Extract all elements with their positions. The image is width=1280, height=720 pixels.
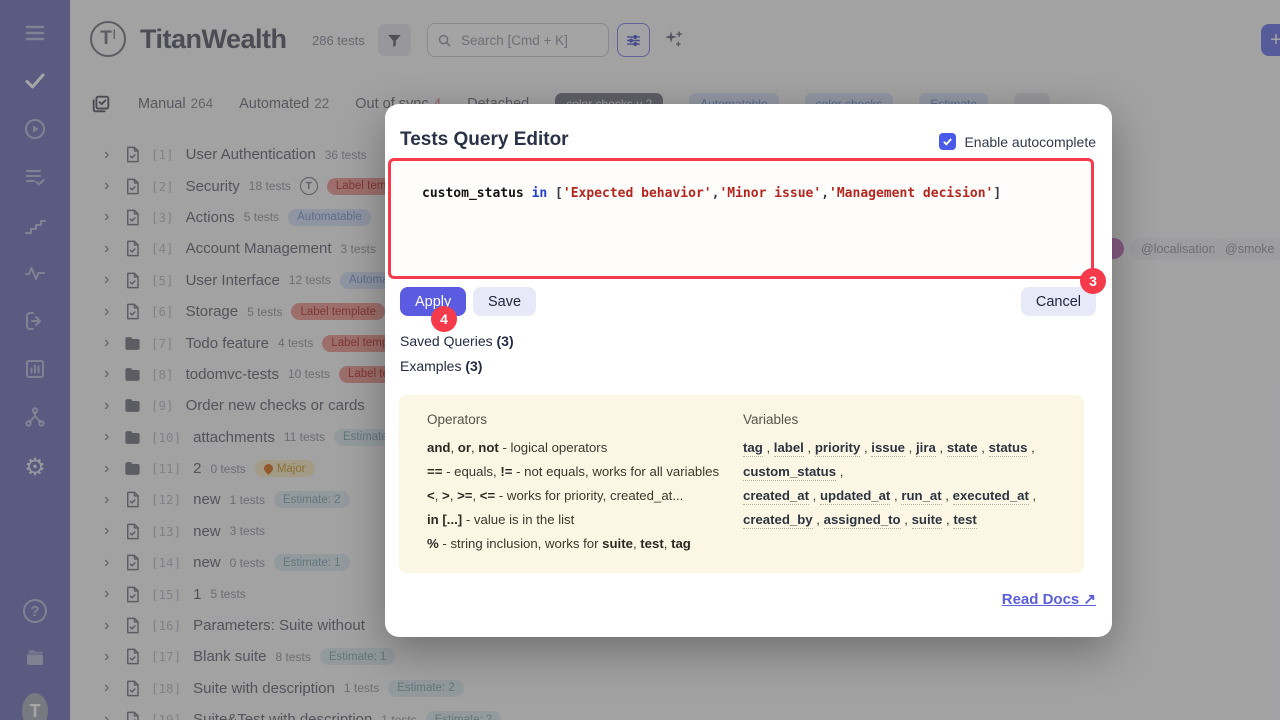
variable-term: created_at xyxy=(743,488,809,505)
variables-list: tag , label , priority , issue , jira , … xyxy=(743,436,1073,532)
variable-term: custom_status xyxy=(743,464,836,481)
variable-term: run_at xyxy=(901,488,941,505)
query-text: custom_status in ['Expected behavior','M… xyxy=(391,161,1091,201)
save-button[interactable]: Save xyxy=(473,287,536,316)
variable-term: suite xyxy=(912,512,943,529)
annotation-step-3: 3 xyxy=(1080,268,1106,294)
variable-term: jira xyxy=(916,440,936,457)
variable-term: tag xyxy=(743,440,763,457)
tests-query-editor-modal: Tests Query Editor Enable autocomplete c… xyxy=(385,104,1112,637)
autocomplete-toggle[interactable]: Enable autocomplete xyxy=(939,133,1096,150)
operators-list: and, or, not - logical operators== - equ… xyxy=(427,436,737,556)
autocomplete-label: Enable autocomplete xyxy=(964,134,1096,150)
query-editor-input[interactable]: custom_status in ['Expected behavior','M… xyxy=(388,158,1094,279)
read-docs-link[interactable]: Read Docs ↗ xyxy=(1002,590,1096,608)
variable-term: status xyxy=(989,440,1028,457)
variable-term: priority xyxy=(815,440,860,457)
variable-term: executed_at xyxy=(953,488,1029,505)
variable-term: updated_at xyxy=(820,488,890,505)
variable-term: assigned_to xyxy=(824,512,901,529)
checkbox-checked-icon[interactable] xyxy=(939,133,956,150)
app-root: ⚙?T T| TitanWealth 286 tests + Manual264… xyxy=(0,0,1280,720)
variable-term: state xyxy=(947,440,978,457)
variables-heading: Variables xyxy=(743,412,1073,427)
examples-link[interactable]: Examples (3) xyxy=(400,358,482,374)
annotation-step-4: 4 xyxy=(431,306,457,332)
variable-term: test xyxy=(953,512,976,529)
variable-term: issue xyxy=(871,440,905,457)
saved-queries-link[interactable]: Saved Queries (3) xyxy=(400,333,514,349)
variable-term: created_by xyxy=(743,512,813,529)
query-help-panel: Operators and, or, not - logical operato… xyxy=(399,395,1084,573)
modal-title: Tests Query Editor xyxy=(400,129,569,151)
variable-term: label xyxy=(774,440,804,457)
operators-heading: Operators xyxy=(427,412,737,427)
